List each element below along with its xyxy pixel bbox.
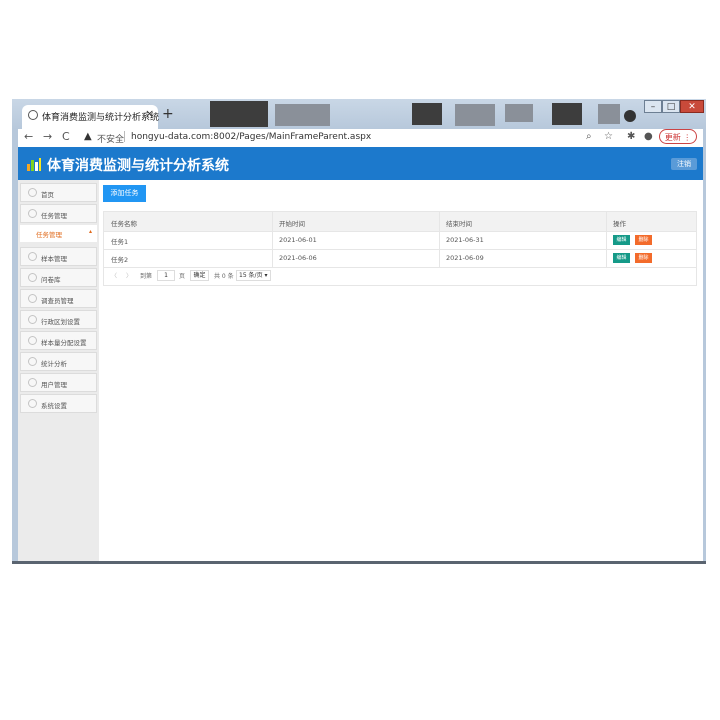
window-border-bottom xyxy=(12,561,706,564)
background-thumbnail xyxy=(552,103,582,125)
new-tab-button[interactable]: + xyxy=(162,106,174,122)
task-start: 2021-06-06 xyxy=(279,254,317,262)
sidebar-item-label: 统计分析 xyxy=(41,360,67,368)
column-header-actions: 操作 xyxy=(613,220,626,228)
sidebar-item-label: 样本量分配设置 xyxy=(41,339,87,347)
sidebar-subitem-task-management[interactable]: 任务管理 ▴ xyxy=(20,225,97,242)
sidebar-item-label: 系统设置 xyxy=(41,402,67,410)
questionnaire-icon xyxy=(28,273,37,282)
sidebar-item-label: 首页 xyxy=(41,191,54,199)
address-bar[interactable]: hongyu-data.com:8002/Pages/MainFramePare… xyxy=(131,132,371,142)
task-icon xyxy=(28,209,37,218)
account-icon[interactable]: ● xyxy=(644,131,653,142)
background-thumbnail xyxy=(210,101,268,127)
task-end: 2021-06-09 xyxy=(446,254,484,262)
sidebar-item-label: 用户管理 xyxy=(41,381,67,389)
background-thumbnail xyxy=(455,104,495,126)
sidebar-item-users[interactable]: 用户管理 xyxy=(20,373,97,392)
allocation-icon xyxy=(28,336,37,345)
extensions-icon[interactable]: ✱ xyxy=(627,131,635,142)
sidebar-item-questionnaires[interactable]: 问卷库 xyxy=(20,268,97,287)
task-name: 任务2 xyxy=(111,256,129,264)
page-number-input[interactable]: 1 xyxy=(157,270,175,281)
delete-button[interactable]: 删除 xyxy=(635,253,652,263)
window-border-left xyxy=(12,129,18,564)
goto-confirm-button[interactable]: 确定 xyxy=(190,270,209,281)
region-icon xyxy=(28,315,37,324)
warning-icon[interactable]: ▲ xyxy=(84,131,92,142)
sidebar-item-settings[interactable]: 系统设置 xyxy=(20,394,97,413)
next-page-icon[interactable]: 〉 xyxy=(126,271,132,280)
sidebar-item-label: 问卷库 xyxy=(41,276,61,284)
sidebar-item-regions[interactable]: 行政区划设置 xyxy=(20,310,97,329)
task-name: 任务1 xyxy=(111,238,129,246)
stats-icon xyxy=(28,357,37,366)
app-title: 体育消费监测与统计分析系统 xyxy=(47,158,229,174)
tab-close-icon[interactable]: × xyxy=(145,107,154,120)
forward-icon[interactable]: → xyxy=(43,130,52,143)
task-end: 2021-06-31 xyxy=(446,236,484,244)
sample-icon xyxy=(28,252,37,261)
window-border-right xyxy=(703,129,706,564)
table-row: 任务1 2021-06-01 2021-06-31 编辑 删除 xyxy=(104,231,696,250)
collapse-arrow-icon[interactable]: ▴ xyxy=(89,228,92,235)
surveyor-icon xyxy=(28,294,37,303)
zoom-icon[interactable]: ⌕ xyxy=(586,131,592,142)
sidebar-item-surveyors[interactable]: 调查员管理 xyxy=(20,289,97,308)
prev-page-icon[interactable]: 〈 xyxy=(111,271,117,280)
total-count: 共 0 条 xyxy=(214,273,234,280)
insecure-label[interactable]: 不安全 xyxy=(97,132,124,145)
logout-button[interactable]: 注销 xyxy=(671,158,697,170)
sidebar: 首页 任务管理 任务管理 ▴ 样本管理 问卷库 调查员管理 行政区划设置 样本量… xyxy=(18,180,99,561)
back-icon[interactable]: ← xyxy=(24,130,33,143)
globe-icon xyxy=(28,110,38,120)
page-size-value: 15 条/页 xyxy=(239,272,263,279)
column-header-name: 任务名称 xyxy=(111,220,137,228)
reload-icon[interactable]: C xyxy=(62,130,70,143)
pagination: 〈 〉 到第 1 页 确定 共 0 条 15 条/页 ▾ xyxy=(104,267,696,285)
url-divider xyxy=(124,131,125,142)
page-unit-label: 页 xyxy=(179,273,186,280)
sidebar-item-tasks[interactable]: 任务管理 xyxy=(20,204,97,223)
profile-icon[interactable] xyxy=(624,110,636,122)
edit-button[interactable]: 编辑 xyxy=(613,235,630,245)
close-window-button[interactable]: ✕ xyxy=(680,100,704,113)
goto-label: 到第 xyxy=(140,273,153,280)
sidebar-item-label: 样本管理 xyxy=(41,255,67,263)
sidebar-item-label: 调查员管理 xyxy=(41,297,74,305)
task-start: 2021-06-01 xyxy=(279,236,317,244)
task-table: 任务名称 开始时间 结束时间 操作 任务1 2021-06-01 2021-06… xyxy=(103,211,697,286)
page-size-select[interactable]: 15 条/页 ▾ xyxy=(236,270,271,281)
tab-title: 体育消费监测与统计分析系统 xyxy=(42,113,160,123)
background-thumbnail xyxy=(598,104,620,124)
app-logo-icon xyxy=(27,158,41,171)
sidebar-subitem-label: 任务管理 xyxy=(36,231,62,239)
table-header: 任务名称 开始时间 结束时间 操作 xyxy=(104,212,696,232)
sidebar-item-statistics[interactable]: 统计分析 xyxy=(20,352,97,371)
update-button[interactable]: 更新 ⋮ xyxy=(659,129,697,144)
column-header-start: 开始时间 xyxy=(279,220,305,228)
minimize-button[interactable]: – xyxy=(644,100,662,113)
add-task-button[interactable]: 添加任务 xyxy=(103,185,146,202)
background-thumbnail xyxy=(505,104,533,122)
window-controls: – □ ✕ xyxy=(644,100,704,114)
sidebar-item-label: 行政区划设置 xyxy=(41,318,80,326)
table-row: 任务2 2021-06-06 2021-06-09 编辑 删除 xyxy=(104,249,696,268)
maximize-button[interactable]: □ xyxy=(662,100,680,113)
background-thumbnail xyxy=(412,103,442,125)
home-icon xyxy=(28,188,37,197)
edit-button[interactable]: 编辑 xyxy=(613,253,630,263)
sidebar-item-samples[interactable]: 样本管理 xyxy=(20,247,97,266)
sidebar-item-allocation[interactable]: 样本量分配设置 xyxy=(20,331,97,350)
bookmark-star-icon[interactable]: ☆ xyxy=(604,131,613,142)
column-header-end: 结束时间 xyxy=(446,220,472,228)
settings-icon xyxy=(28,399,37,408)
update-label: 更新 xyxy=(664,133,681,142)
delete-button[interactable]: 删除 xyxy=(635,235,652,245)
sidebar-item-label: 任务管理 xyxy=(41,212,67,220)
background-thumbnail xyxy=(275,104,330,126)
user-icon xyxy=(28,378,37,387)
sidebar-item-home[interactable]: 首页 xyxy=(20,183,97,202)
